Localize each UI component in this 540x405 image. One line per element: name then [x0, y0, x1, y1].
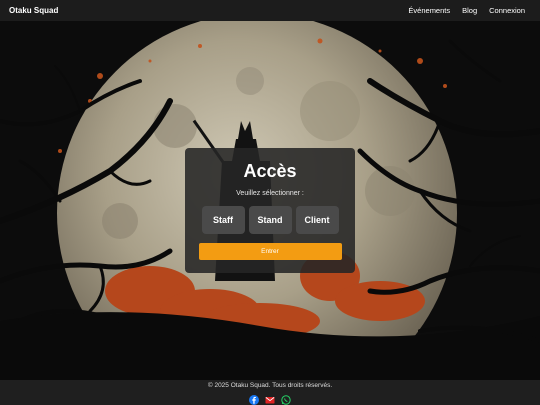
hero-background: Accès Veuillez sélectionner : Staff Stan… — [0, 21, 540, 380]
top-navbar: Otaku Squad Événements Blog Connexion — [0, 0, 540, 21]
nav-link-connexion[interactable]: Connexion — [489, 6, 525, 15]
nav-link-evenements[interactable]: Événements — [408, 6, 450, 15]
brand-logo[interactable]: Otaku Squad — [9, 6, 58, 15]
social-links — [0, 392, 540, 405]
access-card: Accès Veuillez sélectionner : Staff Stan… — [185, 148, 355, 273]
card-title: Accès — [243, 161, 297, 181]
staff-button[interactable]: Staff — [201, 206, 245, 234]
enter-button[interactable]: Entrer — [198, 243, 342, 260]
facebook-icon[interactable] — [249, 392, 259, 405]
mail-icon[interactable] — [265, 392, 275, 404]
whatsapp-icon[interactable] — [281, 392, 291, 405]
stand-button[interactable]: Stand — [248, 206, 292, 234]
nav-links: Événements Blog Connexion — [408, 6, 531, 15]
client-button[interactable]: Client — [295, 206, 339, 234]
nav-link-blog[interactable]: Blog — [462, 6, 477, 15]
copyright-text: © 2025 Otaku Squad. Tous droits réservés… — [207, 382, 333, 389]
card-subtitle: Veuillez sélectionner : — [236, 190, 304, 197]
footer: © 2025 Otaku Squad. Tous droits réservés… — [0, 380, 540, 405]
role-options: Staff Stand Client — [185, 206, 355, 234]
